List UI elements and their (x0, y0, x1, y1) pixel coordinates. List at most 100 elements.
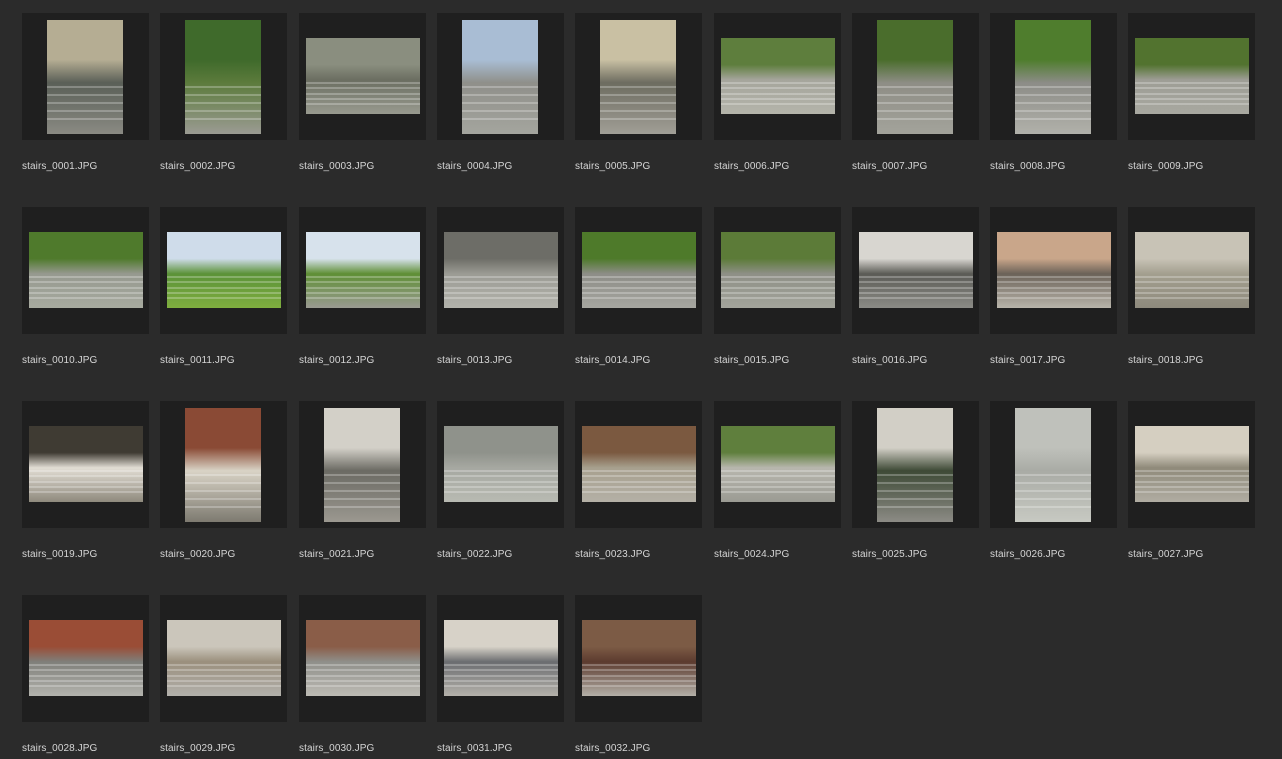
thumbnail-item[interactable]: stairs_0018.JPG (1128, 207, 1255, 377)
thumbnail-item[interactable]: stairs_0002.JPG (160, 13, 287, 183)
thumbnail-frame[interactable] (160, 595, 287, 722)
thumbnail-image[interactable] (444, 426, 558, 502)
thumbnail-image[interactable] (582, 620, 696, 696)
thumbnail-item[interactable]: stairs_0023.JPG (575, 401, 702, 571)
thumbnail-frame[interactable] (575, 13, 702, 140)
thumbnail-item[interactable]: stairs_0010.JPG (22, 207, 149, 377)
thumbnail-frame[interactable] (437, 13, 564, 140)
thumbnail-item[interactable]: stairs_0006.JPG (714, 13, 841, 183)
thumbnail-image[interactable] (1135, 232, 1249, 308)
thumbnail-image[interactable] (29, 620, 143, 696)
thumbnail-frame[interactable] (1128, 401, 1255, 528)
thumbnail-frame[interactable] (575, 207, 702, 334)
thumbnail-item[interactable]: stairs_0013.JPG (437, 207, 564, 377)
thumbnail-image[interactable] (306, 232, 420, 308)
thumbnail-frame[interactable] (299, 401, 426, 528)
thumbnail-item[interactable]: stairs_0005.JPG (575, 13, 702, 183)
thumbnail-image[interactable] (29, 232, 143, 308)
thumbnail-image[interactable] (582, 232, 696, 308)
thumbnail-frame[interactable] (22, 207, 149, 334)
thumbnail-item[interactable]: stairs_0019.JPG (22, 401, 149, 571)
thumbnail-frame[interactable] (160, 207, 287, 334)
thumbnail-item[interactable]: stairs_0025.JPG (852, 401, 979, 571)
thumbnail-frame[interactable] (437, 401, 564, 528)
thumbnail-frame[interactable] (22, 595, 149, 722)
thumbnail-image[interactable] (306, 38, 420, 114)
thumbnail-frame[interactable] (990, 13, 1117, 140)
thumbnail-image[interactable] (306, 620, 420, 696)
thumbnail-item[interactable]: stairs_0029.JPG (160, 595, 287, 759)
thumbnail-image[interactable] (1015, 408, 1091, 522)
thumbnail-item[interactable]: stairs_0021.JPG (299, 401, 426, 571)
thumbnail-image[interactable] (877, 20, 953, 134)
thumbnail-item[interactable]: stairs_0027.JPG (1128, 401, 1255, 571)
thumbnail-frame[interactable] (160, 401, 287, 528)
thumbnail-frame[interactable] (714, 13, 841, 140)
thumbnail-filename: stairs_0016.JPG (852, 355, 928, 366)
thumbnail-frame[interactable] (437, 207, 564, 334)
thumbnail-frame[interactable] (1128, 207, 1255, 334)
thumbnail-image[interactable] (167, 620, 281, 696)
thumbnail-item[interactable]: stairs_0004.JPG (437, 13, 564, 183)
thumbnail-image[interactable] (997, 232, 1111, 308)
thumbnail-image[interactable] (167, 232, 281, 308)
thumbnail-item[interactable]: stairs_0001.JPG (22, 13, 149, 183)
thumbnail-filename: stairs_0022.JPG (437, 549, 513, 560)
thumbnail-item[interactable]: stairs_0017.JPG (990, 207, 1117, 377)
thumbnail-item[interactable]: stairs_0003.JPG (299, 13, 426, 183)
thumbnail-image[interactable] (600, 20, 676, 134)
thumbnail-image[interactable] (721, 426, 835, 502)
thumbnail-frame[interactable] (575, 595, 702, 722)
thumbnail-filename: stairs_0028.JPG (22, 743, 98, 754)
thumbnail-item[interactable]: stairs_0014.JPG (575, 207, 702, 377)
thumbnail-frame[interactable] (852, 401, 979, 528)
thumbnail-image[interactable] (185, 20, 261, 134)
thumbnail-frame[interactable] (990, 401, 1117, 528)
thumbnail-frame[interactable] (575, 401, 702, 528)
thumbnail-item[interactable]: stairs_0016.JPG (852, 207, 979, 377)
thumbnail-item[interactable]: stairs_0012.JPG (299, 207, 426, 377)
thumbnail-image[interactable] (877, 408, 953, 522)
thumbnail-frame[interactable] (852, 13, 979, 140)
thumbnail-image[interactable] (859, 232, 973, 308)
thumbnail-item[interactable]: stairs_0008.JPG (990, 13, 1117, 183)
thumbnail-frame[interactable] (1128, 13, 1255, 140)
thumbnail-frame[interactable] (852, 207, 979, 334)
thumbnail-item[interactable]: stairs_0030.JPG (299, 595, 426, 759)
thumbnail-filename: stairs_0030.JPG (299, 743, 375, 754)
thumbnail-image[interactable] (444, 620, 558, 696)
thumbnail-frame[interactable] (22, 401, 149, 528)
thumbnail-frame[interactable] (160, 13, 287, 140)
thumbnail-image[interactable] (721, 232, 835, 308)
thumbnail-item[interactable]: stairs_0028.JPG (22, 595, 149, 759)
thumbnail-item[interactable]: stairs_0015.JPG (714, 207, 841, 377)
thumbnail-image[interactable] (721, 38, 835, 114)
thumbnail-frame[interactable] (714, 207, 841, 334)
thumbnail-image[interactable] (29, 426, 143, 502)
thumbnail-image[interactable] (444, 232, 558, 308)
thumbnail-frame[interactable] (299, 595, 426, 722)
thumbnail-item[interactable]: stairs_0022.JPG (437, 401, 564, 571)
thumbnail-image[interactable] (47, 20, 123, 134)
thumbnail-image[interactable] (1135, 426, 1249, 502)
thumbnail-frame[interactable] (299, 13, 426, 140)
thumbnail-frame[interactable] (22, 13, 149, 140)
thumbnail-image[interactable] (1135, 38, 1249, 114)
thumbnail-frame[interactable] (437, 595, 564, 722)
thumbnail-image[interactable] (582, 426, 696, 502)
thumbnail-item[interactable]: stairs_0011.JPG (160, 207, 287, 377)
thumbnail-item[interactable]: stairs_0007.JPG (852, 13, 979, 183)
thumbnail-item[interactable]: stairs_0020.JPG (160, 401, 287, 571)
thumbnail-item[interactable]: stairs_0009.JPG (1128, 13, 1255, 183)
thumbnail-item[interactable]: stairs_0031.JPG (437, 595, 564, 759)
thumbnail-frame[interactable] (299, 207, 426, 334)
thumbnail-image[interactable] (324, 408, 400, 522)
thumbnail-frame[interactable] (990, 207, 1117, 334)
thumbnail-item[interactable]: stairs_0024.JPG (714, 401, 841, 571)
thumbnail-image[interactable] (1015, 20, 1091, 134)
thumbnail-item[interactable]: stairs_0032.JPG (575, 595, 702, 759)
thumbnail-image[interactable] (185, 408, 261, 522)
thumbnail-item[interactable]: stairs_0026.JPG (990, 401, 1117, 571)
thumbnail-image[interactable] (462, 20, 538, 134)
thumbnail-frame[interactable] (714, 401, 841, 528)
